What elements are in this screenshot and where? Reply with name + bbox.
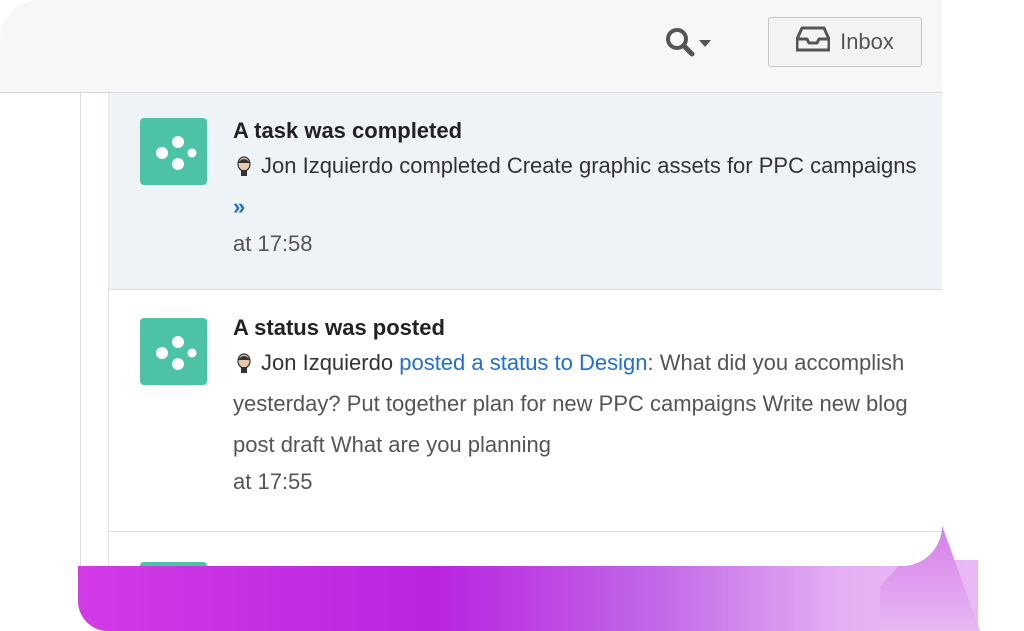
inbox-tray-icon [795,26,831,58]
feed-item-title: A task was completed [233,118,463,143]
decorative-purple-band [78,560,978,631]
feed-item-text: Jon Izquierdo completed Create graphic a… [233,145,922,227]
feed-item-partial[interactable] [109,532,942,566]
user-name: Jon Izquierdo [261,350,394,375]
activity-description: completed Create graphic assets for PPC … [399,153,917,178]
search-icon [665,27,695,62]
app-logo-icon [140,118,207,185]
user-avatar-icon [233,346,255,373]
feed-item-time: at 17:58 [233,231,313,256]
inbox-label: Inbox [840,29,894,54]
top-toolbar: Inbox [0,0,942,93]
caret-down-icon [699,35,711,53]
search-dropdown-button[interactable] [658,24,718,64]
status-link[interactable]: posted a status to Design [399,350,647,375]
app-logo-icon [140,562,207,566]
activity-card: Inbox A task was completed Jon Izquierdo… [0,0,942,566]
more-link[interactable]: » [233,194,245,219]
app-logo-icon [140,318,207,385]
inbox-button[interactable]: Inbox [768,17,922,67]
user-avatar-icon [233,149,255,176]
user-name: Jon Izquierdo [261,153,394,178]
feed-item-time: at 17:55 [233,469,313,494]
feed-item-task-completed[interactable]: A task was completed Jon Izquierdo compl… [109,93,942,290]
feed-item-title: A status was posted [233,315,445,340]
feed-item-text: Jon Izquierdo posted a status to Design:… [233,342,922,465]
feed-item-status-posted[interactable]: A status was posted Jon Izquierdo posted… [109,290,942,532]
